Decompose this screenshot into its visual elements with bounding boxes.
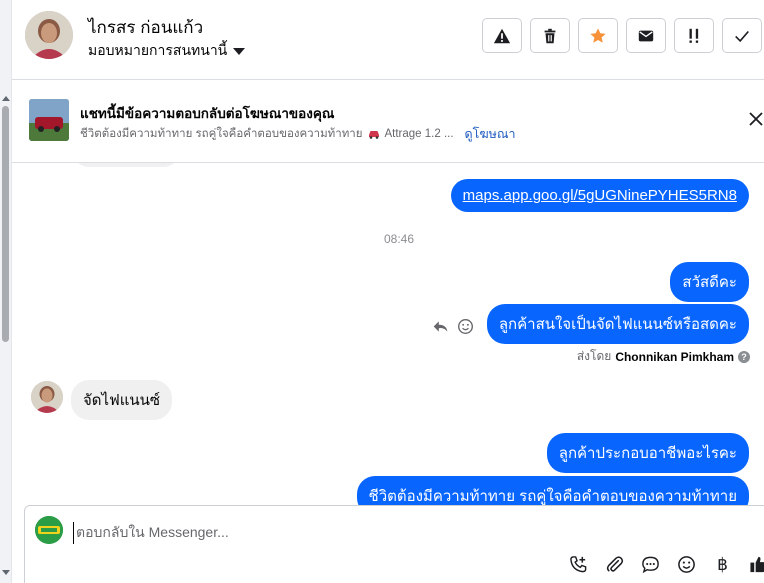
help-icon[interactable]: ? [738, 350, 750, 363]
outgoing-message-question[interactable]: ลูกค้าสนใจเป็นจัดไฟแนนซ์หรือสดคะ [486, 304, 749, 344]
incoming-message[interactable]: จัดไฟแนนซ์ [71, 380, 173, 420]
done-button[interactable] [722, 18, 762, 53]
paperclip-icon [606, 556, 624, 572]
car-icon [368, 131, 379, 139]
delete-button[interactable] [530, 18, 570, 53]
banner-subtitle: ชีวิตต้องมีความท้าทาย รถคู่ใจคือคำตอบของ… [80, 124, 516, 144]
assign-label: มอบหมายการสนทนานี้ [88, 42, 228, 58]
outgoing-message-occupation[interactable]: ลูกค้าประกอบอาชีพอะไรคะ [546, 433, 749, 473]
envelope-icon [638, 30, 654, 41]
banner-title: แชทนี้มีข้อความตอบกลับต่อโฆษณาของคุณ [80, 106, 335, 121]
banner-subtitle-suffix: Attrage 1.2 ... [384, 128, 454, 140]
banner-subtitle-text: ชีวิตต้องมีความท้าทาย รถคู่ใจคือคำตอบของ… [80, 128, 363, 140]
attach-button[interactable] [604, 554, 625, 575]
previous-bubble-edge [74, 163, 178, 167]
sent-by-prefix: ส่งโดย [576, 349, 612, 363]
message-thread[interactable]: maps.app.goo.gl/5gUGNinePYHES5RN8 08:46 … [12, 163, 764, 505]
call-button[interactable] [568, 554, 589, 575]
emoji-react-icon[interactable] [457, 318, 474, 335]
payment-button[interactable]: ฿ [712, 554, 733, 575]
composer: ตอบกลับใน Messenger... ฿ [24, 505, 764, 583]
check-icon [735, 30, 749, 42]
message-text: จัดไฟแนนซ์ [83, 392, 161, 409]
outgoing-message-greeting[interactable]: สวัสดีคะ [670, 262, 749, 302]
view-ad-link[interactable]: ดูโฆษณา [465, 124, 516, 144]
emoji-icon [678, 556, 695, 573]
assign-dropdown[interactable]: มอบหมายการสนทนานี้ [88, 40, 246, 62]
report-button[interactable] [482, 18, 522, 53]
timestamp: 08:46 [384, 232, 415, 246]
like-button[interactable] [748, 554, 764, 575]
scroll-thumb[interactable] [2, 106, 9, 342]
chevron-down-icon [233, 47, 246, 55]
saved-replies-button[interactable] [640, 554, 661, 575]
message-text: สวัสดีคะ [682, 274, 737, 291]
thumbs-up-icon [750, 556, 764, 573]
message-actions [432, 318, 474, 335]
emoji-button[interactable] [676, 554, 697, 575]
trash-icon [544, 28, 556, 43]
sent-by-name: Chonnikan Pimkham [615, 349, 734, 364]
close-icon[interactable] [748, 111, 764, 127]
contact-avatar[interactable] [25, 11, 73, 59]
message-text: ลูกค้าประกอบอาชีพอะไรคะ [558, 445, 737, 462]
outgoing-message-partial[interactable]: ชีวิตต้องมีความท้าทาย รถคู่ใจคือคำตอบของ… [356, 476, 749, 505]
star-button[interactable] [578, 18, 618, 53]
page-avatar [35, 516, 63, 544]
phone-plus-icon [570, 556, 587, 573]
sent-by-label: ส่งโดย Chonnikan Pimkham ? [577, 347, 750, 366]
reply-input[interactable]: ตอบกลับใน Messenger... [73, 522, 229, 544]
scroll-up-arrow[interactable] [2, 96, 10, 101]
priority-button[interactable] [674, 18, 714, 53]
ad-thumbnail[interactable] [29, 99, 69, 141]
mark-unread-button[interactable] [626, 18, 666, 53]
left-scrollbar[interactable] [0, 0, 12, 583]
message-text: ชีวิตต้องมีความท้าทาย รถคู่ใจคือคำตอบของ… [368, 488, 737, 505]
header-actions [482, 18, 762, 53]
scroll-down-arrow[interactable] [2, 570, 10, 575]
composer-tools: ฿ [568, 554, 764, 575]
chat-bubble-icon [642, 556, 659, 574]
baht-icon: ฿ [717, 554, 728, 574]
warning-icon [493, 28, 511, 43]
outgoing-link-message[interactable]: maps.app.goo.gl/5gUGNinePYHES5RN8 [450, 179, 749, 212]
priority-icon [689, 28, 699, 43]
contact-avatar-small[interactable] [31, 381, 63, 413]
message-text: ลูกค้าสนใจเป็นจัดไฟแนนซ์หรือสดคะ [498, 316, 737, 333]
reply-icon[interactable] [432, 318, 449, 335]
ad-reply-banner: แชทนี้มีข้อความตอบกลับต่อโฆษณาของคุณ ชีว… [12, 81, 764, 163]
maps-link[interactable]: maps.app.goo.gl/5gUGNinePYHES5RN8 [463, 187, 737, 204]
contact-name: ไกรสร ก่อนแก้ว [88, 18, 204, 37]
star-icon [590, 27, 606, 43]
conversation-header: ไกรสร ก่อนแก้ว มอบหมายการสนทนานี้ [12, 0, 764, 80]
